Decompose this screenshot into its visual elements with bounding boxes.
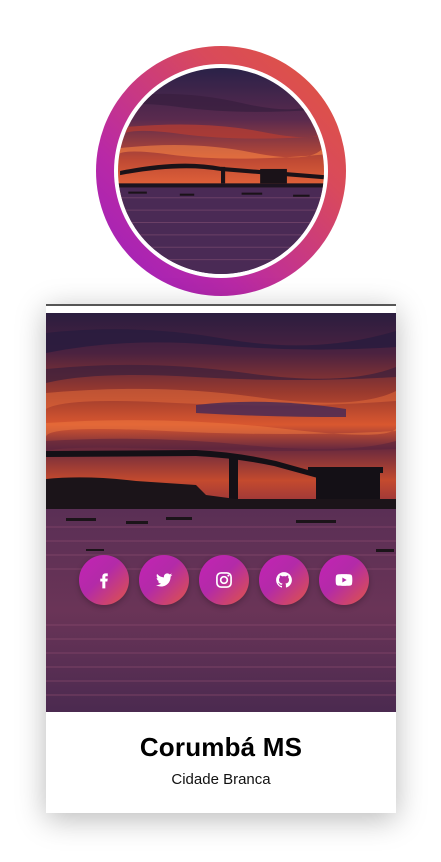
profile-title: Corumbá MS [139,732,303,762]
cover-sunset-image [46,313,396,712]
github-button[interactable] [259,555,309,605]
avatar [118,68,324,274]
profile-page: Corumbá MS Cidade Branca [0,0,441,862]
avatar-ring [96,46,346,296]
facebook-icon [100,573,108,589]
social-links [79,555,369,605]
twitter-icon [156,573,173,587]
twitter-button[interactable] [139,555,189,605]
instagram-button[interactable] [199,555,249,605]
youtube-icon [335,574,353,586]
cover-image [46,313,396,712]
youtube-button[interactable] [319,555,369,605]
github-icon [276,572,292,588]
facebook-button[interactable] [79,555,129,605]
profile-subtitle: Cidade Branca [171,771,271,788]
profile-card: Corumbá MS Cidade Branca [46,304,396,813]
instagram-icon [216,572,232,588]
avatar-sunset-image [118,68,324,274]
card-divider [46,304,396,306]
